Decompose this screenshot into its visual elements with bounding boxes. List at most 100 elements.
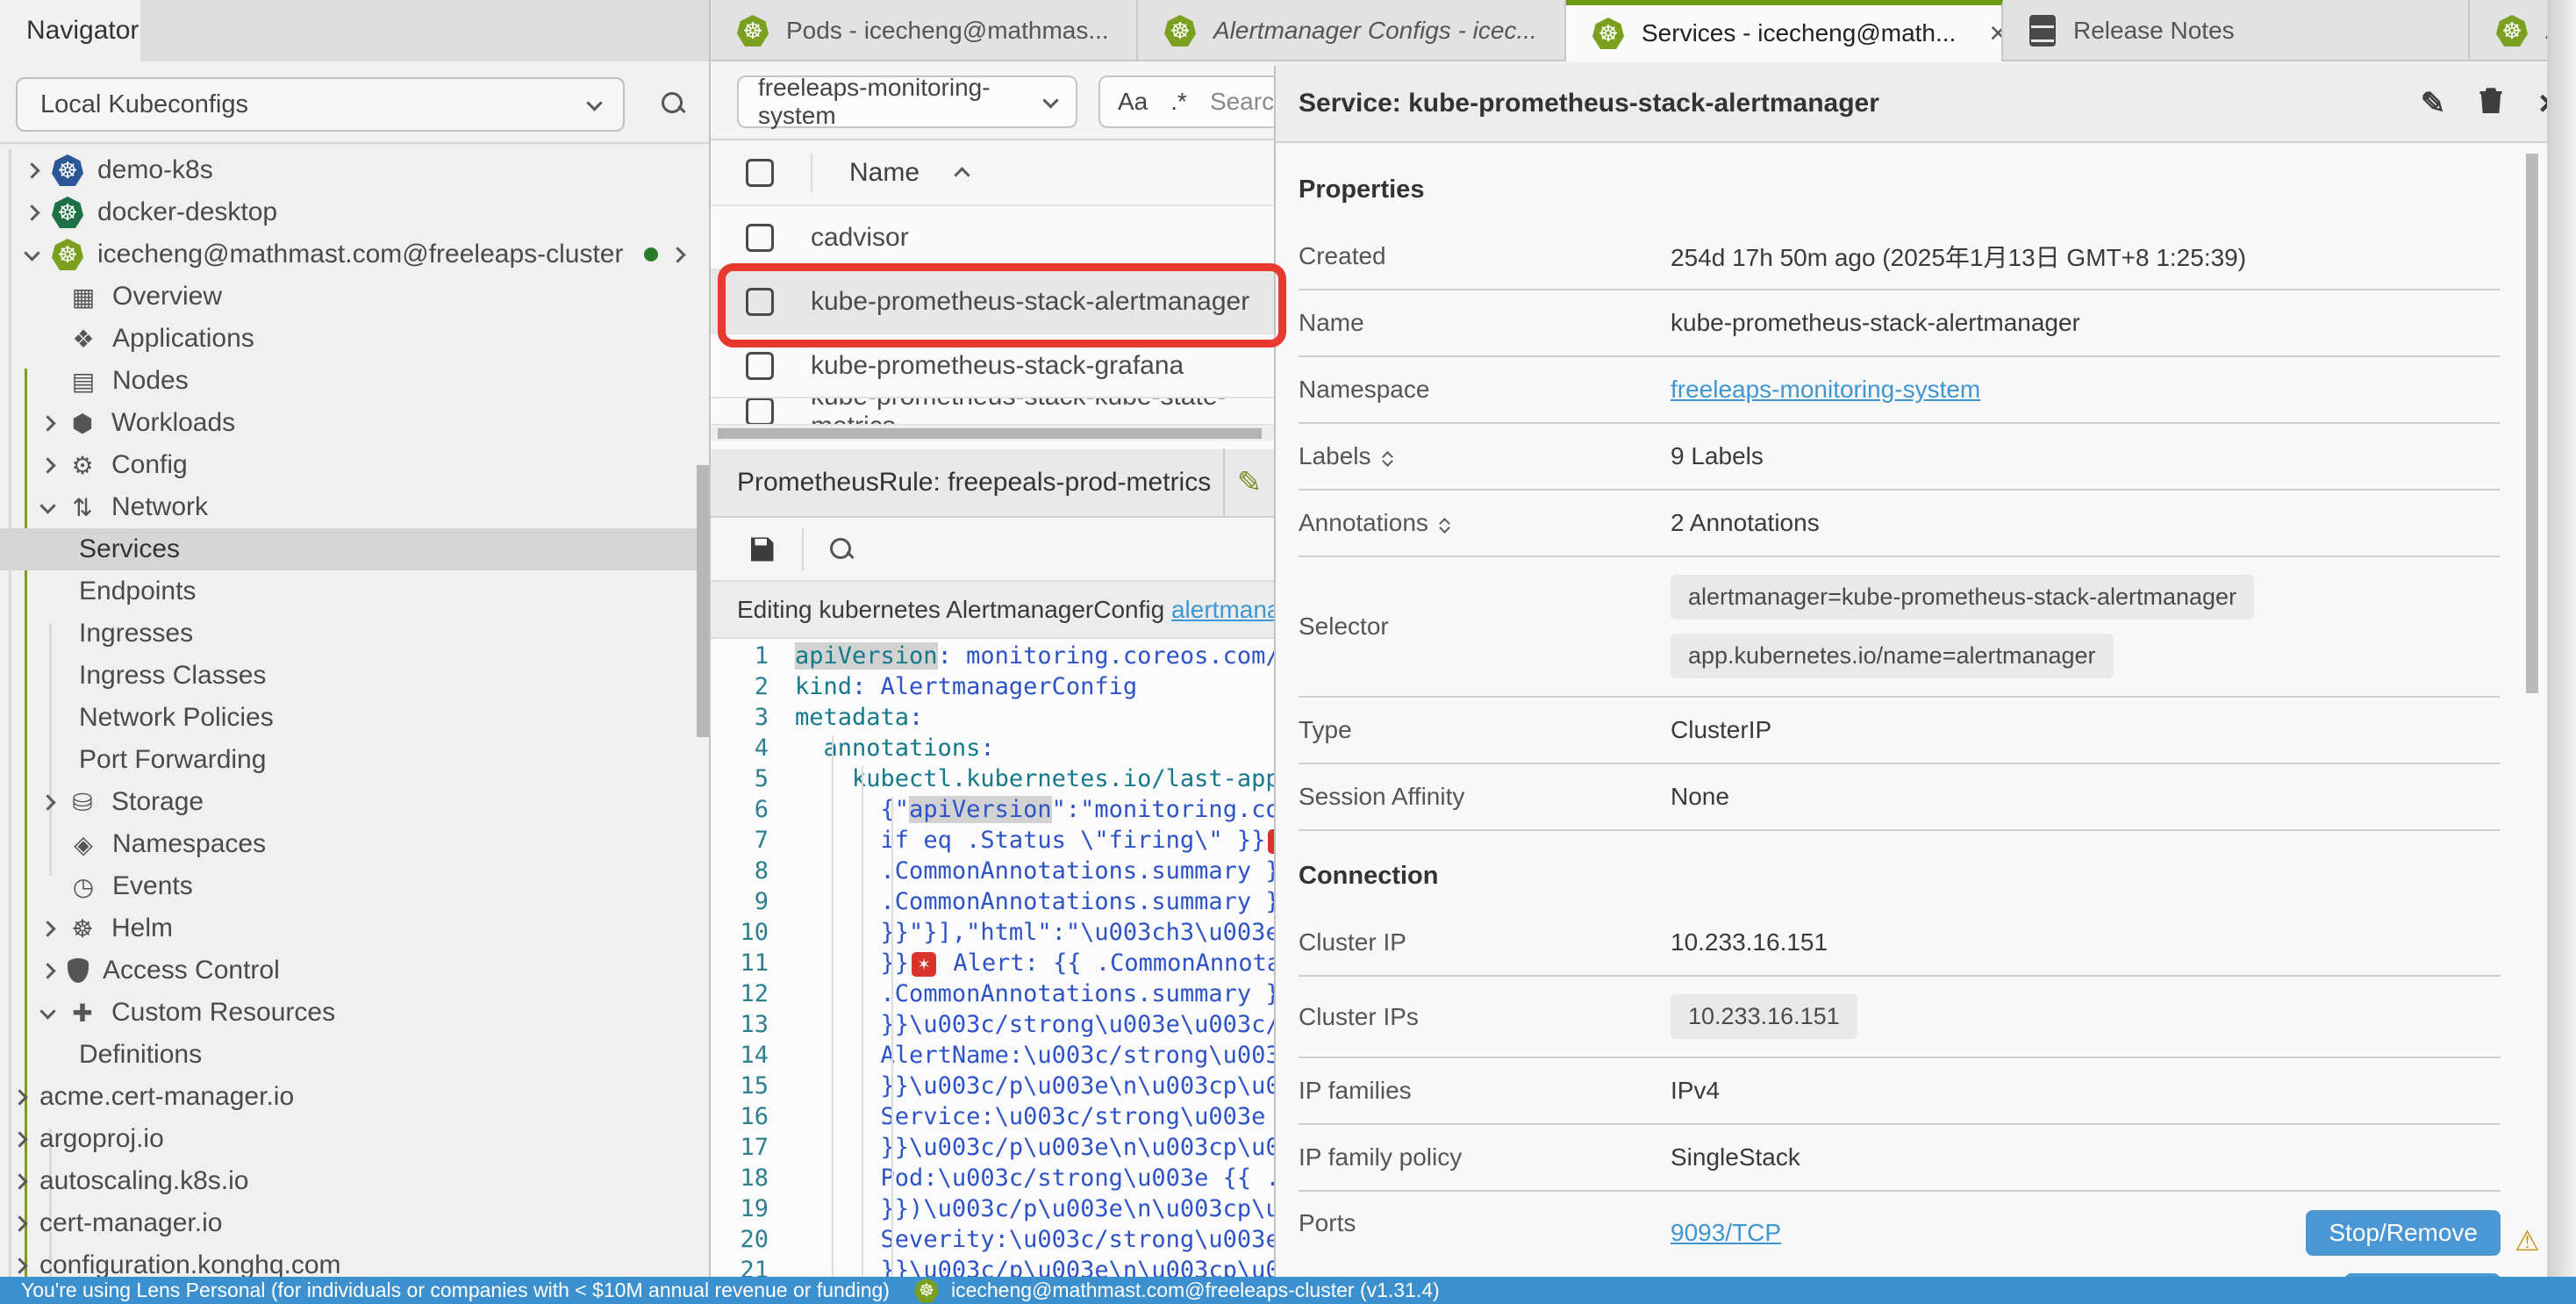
detail-row-cluster-ips: Cluster IPs10.233.16.151 bbox=[1299, 977, 2501, 1058]
editor-search-icon[interactable] bbox=[828, 536, 855, 562]
sidebar-item-helm[interactable]: ☸Helm bbox=[0, 907, 711, 949]
divider bbox=[811, 154, 812, 192]
sidebar-item-workloads[interactable]: ⬢Workloads bbox=[0, 402, 711, 444]
detail-scrollbar[interactable] bbox=[2526, 154, 2538, 693]
sidebar-item-cert-manager-io[interactable]: cert-manager.io bbox=[0, 1202, 711, 1244]
tab-label: Pods - icecheng@mathmas... bbox=[786, 17, 1109, 45]
sidebar-item-demo-k8s[interactable]: ☸demo-k8s bbox=[0, 149, 711, 191]
sidebar-item-nodes[interactable]: ▤Nodes bbox=[0, 360, 711, 402]
scrollbar-thumb[interactable] bbox=[718, 428, 1262, 439]
table-header-row: Name bbox=[711, 140, 1274, 206]
sidebar-item-namespaces[interactable]: ◈Namespaces bbox=[0, 823, 711, 865]
namespace-select[interactable]: freeleaps-monitoring-system bbox=[737, 75, 1077, 128]
detail-label: Namespace bbox=[1299, 376, 1671, 404]
sidebar-item-label: configuration.konghq.com bbox=[39, 1250, 341, 1277]
edit-icon[interactable]: ✎ bbox=[2404, 86, 2462, 121]
column-header-name[interactable]: Name bbox=[849, 158, 919, 188]
sort-toggle-icon[interactable] bbox=[1441, 514, 1449, 532]
prometheusrule-bar[interactable]: PrometheusRule: freepeals-prod-metrics ✎ bbox=[711, 449, 1274, 518]
sidebar-item-ingresses[interactable]: Ingresses bbox=[0, 613, 711, 655]
tab-release-notes[interactable]: Release Notes bbox=[2003, 0, 2470, 61]
k8s-icon: ☸ bbox=[52, 197, 83, 228]
editor-line: 12 .CommonAnnotations.summary }} bbox=[711, 978, 1274, 1009]
port-link-9093-tcp[interactable]: 9093/TCP bbox=[1671, 1219, 1781, 1247]
table-row-kube-prometheus-stack-kube-state-metrics[interactable]: kube-prometheus-stack-kube-state-metrics bbox=[711, 398, 1274, 426]
namespace-link[interactable]: freeleaps-monitoring-system bbox=[1671, 376, 1980, 404]
tab-services-icecheng-math[interactable]: ☸Services - icecheng@math...× bbox=[1566, 0, 2003, 61]
sidebar-item-port-forwarding[interactable]: Port Forwarding bbox=[0, 739, 711, 781]
chevron-right-icon[interactable] bbox=[670, 247, 686, 262]
sidebar-item-endpoints[interactable]: Endpoints bbox=[0, 570, 711, 613]
sidebar-item-events[interactable]: ◷Events bbox=[0, 865, 711, 907]
edit-icon[interactable]: ✎ bbox=[1225, 465, 1274, 500]
kubeconfig-select[interactable]: Local Kubeconfigs bbox=[16, 77, 625, 132]
navigator-panel-tab[interactable]: Navigator bbox=[0, 0, 140, 61]
sidebar-item-label: Custom Resources bbox=[111, 998, 335, 1028]
line-number: 8 bbox=[711, 857, 795, 885]
detail-label: Type bbox=[1299, 716, 1671, 744]
line-number: 18 bbox=[711, 1164, 795, 1192]
tab-pods-icecheng-mathmas[interactable]: ☸ Pods - icecheng@mathmas... bbox=[711, 0, 1138, 61]
stop-remove-button[interactable]: Stop/Remove bbox=[2306, 1210, 2501, 1256]
tab-label: Release Notes bbox=[2073, 17, 2235, 45]
sidebar-item-network[interactable]: ⇅Network bbox=[0, 486, 711, 528]
sidebar-item-ingress-classes[interactable]: Ingress Classes bbox=[0, 655, 711, 697]
sidebar-item-services[interactable]: Services bbox=[0, 528, 711, 570]
sidebar-item-icecheng-mathmast-com-freeleaps-cluster[interactable]: ☸icecheng@mathmast.com@freeleaps-cluster bbox=[0, 233, 711, 276]
sidebar-item-label: icecheng@mathmast.com@freeleaps-cluster bbox=[97, 240, 623, 269]
line-code: if eq .Status \"firing\" }}✶ bbox=[795, 827, 1274, 854]
chevron-right-icon bbox=[24, 162, 39, 178]
detail-row-session-affinity: Session AffinityNone bbox=[1299, 764, 2501, 831]
table-row-cadvisor[interactable]: cadvisor bbox=[711, 206, 1274, 270]
sidebar-item-autoscaling-k8s-io[interactable]: autoscaling.k8s.io bbox=[0, 1160, 711, 1202]
k8s-icon: ☸ bbox=[737, 15, 769, 47]
editing-notice-text: Editing kubernetes AlertmanagerConfig bbox=[737, 596, 1171, 624]
save-icon[interactable] bbox=[746, 534, 777, 565]
detail-row-namespace: Namespacefreeleaps-monitoring-system bbox=[1299, 357, 2501, 424]
sidebar-item-storage[interactable]: ⛁Storage bbox=[0, 781, 711, 823]
active-cluster-status[interactable]: icecheng@mathmast.com@freeleaps-cluster … bbox=[951, 1279, 1440, 1302]
sort-toggle-icon[interactable] bbox=[1384, 448, 1392, 465]
row-checkbox[interactable] bbox=[746, 398, 774, 426]
sidebar-item-config[interactable]: ⚙Config bbox=[0, 444, 711, 486]
status-bar: You're using Lens Personal (for individu… bbox=[0, 1277, 2576, 1304]
line-number: 16 bbox=[711, 1103, 795, 1130]
sidebar-item-network-policies[interactable]: Network Policies bbox=[0, 697, 711, 739]
tab-alertmanager-configs-icec[interactable]: ☸Alertmanager Configs - icec... bbox=[1138, 0, 1566, 61]
sidebar-item-docker-desktop[interactable]: ☸docker-desktop bbox=[0, 191, 711, 233]
sidebar-item-custom-resources[interactable]: ✚Custom Resources bbox=[0, 992, 711, 1034]
detail-row-created: Created254d 17h 50m ago (2025年1月13日 GMT+… bbox=[1299, 224, 2501, 290]
sidebar-item-acme-cert-manager-io[interactable]: acme.cert-manager.io bbox=[0, 1076, 711, 1118]
sidebar-item-access-control[interactable]: Access Control bbox=[0, 949, 711, 992]
sidebar-item-argoproj-io[interactable]: argoproj.io bbox=[0, 1118, 711, 1160]
namespace-select-value: freeleaps-monitoring-system bbox=[758, 74, 1045, 130]
chevron-right-icon bbox=[39, 963, 55, 978]
editing-notice: Editing kubernetes AlertmanagerConfig al… bbox=[711, 582, 1274, 639]
horizontal-scrollbar[interactable] bbox=[711, 426, 1274, 441]
editor-line: 18 Pod:\u003c/strong\u003e {{ .Co bbox=[711, 1163, 1274, 1193]
chevron-right-icon bbox=[11, 1089, 27, 1105]
delete-icon[interactable] bbox=[2462, 85, 2520, 123]
alertmanagerconfig-link[interactable]: alertmanager bbox=[1171, 596, 1274, 624]
sidebar-item-configuration-konghq-com[interactable]: configuration.konghq.com bbox=[0, 1244, 711, 1277]
close-icon[interactable]: × bbox=[1989, 17, 2003, 51]
line-code: apiVersion: monitoring.coreos.com/v1 bbox=[795, 642, 1274, 670]
sidebar-item-label: Applications bbox=[112, 324, 254, 354]
sidebar-item-applications[interactable]: ❖Applications bbox=[0, 318, 711, 360]
regex-toggle[interactable]: .* bbox=[1170, 88, 1187, 116]
line-code: Severity:\u003c/strong\u003e bbox=[795, 1226, 1274, 1253]
editor-line: 8 .CommonAnnotations.summary }} bbox=[711, 856, 1274, 886]
sidebar-scrollbar[interactable] bbox=[697, 465, 709, 737]
yaml-editor[interactable]: 1apiVersion: monitoring.coreos.com/v12ki… bbox=[711, 639, 1274, 1277]
match-case-toggle[interactable]: Aa bbox=[1118, 88, 1148, 116]
search-input[interactable]: Aa .* Search bbox=[1098, 75, 1274, 128]
search-icon[interactable] bbox=[660, 90, 686, 117]
detail-label: IP families bbox=[1299, 1077, 1671, 1105]
row-checkbox[interactable] bbox=[746, 352, 774, 380]
sort-ascending-icon[interactable] bbox=[954, 167, 970, 183]
sidebar-item-overview[interactable]: ▦Overview bbox=[0, 276, 711, 318]
sidebar-item-definitions[interactable]: Definitions bbox=[0, 1034, 711, 1076]
row-checkbox[interactable] bbox=[746, 224, 774, 252]
editor-line: 21 }}\u003c/p\u003e\n\u003cp\u003 bbox=[711, 1255, 1274, 1277]
select-all-checkbox[interactable] bbox=[746, 159, 774, 187]
